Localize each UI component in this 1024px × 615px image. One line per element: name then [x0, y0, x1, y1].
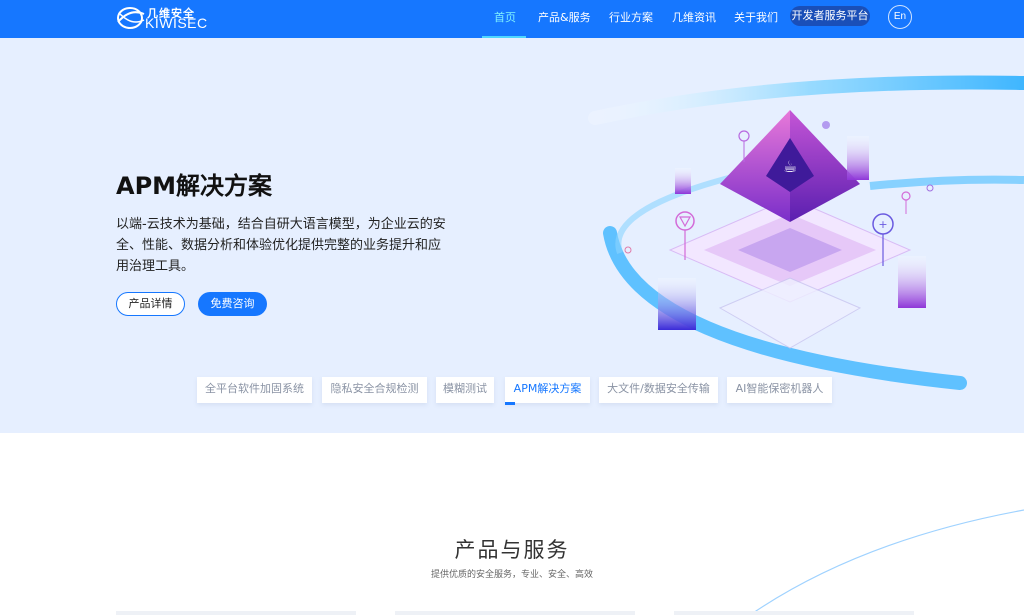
nav-news[interactable]: 几维资讯 — [672, 9, 716, 25]
tab-apm-solution[interactable]: APM解决方案 — [505, 377, 590, 403]
logo-english-text: KIWISEC — [145, 15, 208, 31]
nav-products-services[interactable]: 产品&服务 — [538, 9, 591, 25]
hero-banner: ☕ + APM解决方案 以端-云技术为基础，结合自研大语言模型，为企业云的安全、… — [0, 38, 1024, 433]
language-switch-button[interactable]: En — [888, 5, 912, 29]
product-details-button[interactable]: 产品详情 — [116, 292, 185, 316]
svg-text:+: + — [878, 218, 887, 231]
free-consultation-button[interactable]: 免费咨询 — [198, 292, 267, 316]
hero-description: 以端-云技术为基础，结合自研大语言模型，为企业云的安全、性能、数据分析和体验优化… — [116, 217, 446, 274]
products-section-subtitle: 提供优质的安全服务，专业、安全、高效 — [430, 570, 593, 580]
svg-text:☕: ☕ — [783, 157, 797, 176]
tab-full-platform-hardening[interactable]: 全平台软件加固系统 — [197, 377, 312, 403]
kiwi-logo-icon — [117, 7, 145, 29]
tab-ai-secrecy-robot[interactable]: AI智能保密机器人 — [727, 377, 832, 403]
tab-privacy-compliance[interactable]: 隐私安全合规检测 — [322, 377, 427, 403]
product-card[interactable] — [395, 611, 635, 615]
developer-platform-button[interactable]: 开发者服务平台 — [790, 6, 870, 26]
hero-title: APM解决方案 — [116, 172, 273, 200]
kiwisec-logo[interactable]: 几维安全 KIWISEC — [116, 3, 216, 33]
products-section-title: 产品与服务 — [454, 538, 570, 562]
hero-illustration: ☕ + — [588, 75, 1024, 390]
nav-about-us[interactable]: 关于我们 — [734, 9, 778, 25]
product-card[interactable] — [116, 611, 356, 615]
product-card[interactable] — [674, 611, 914, 615]
nav-industry-solutions[interactable]: 行业方案 — [609, 9, 653, 25]
active-tab-indicator — [505, 402, 515, 405]
top-navbar: 几维安全 KIWISEC 首页 产品&服务 行业方案 几维资讯 关于我们 开发者… — [0, 0, 1024, 38]
tab-fuzz-testing[interactable]: 模糊测试 — [436, 377, 494, 403]
nav-home[interactable]: 首页 — [494, 9, 516, 25]
tab-large-file-transfer[interactable]: 大文件/数据安全传输 — [599, 377, 718, 403]
